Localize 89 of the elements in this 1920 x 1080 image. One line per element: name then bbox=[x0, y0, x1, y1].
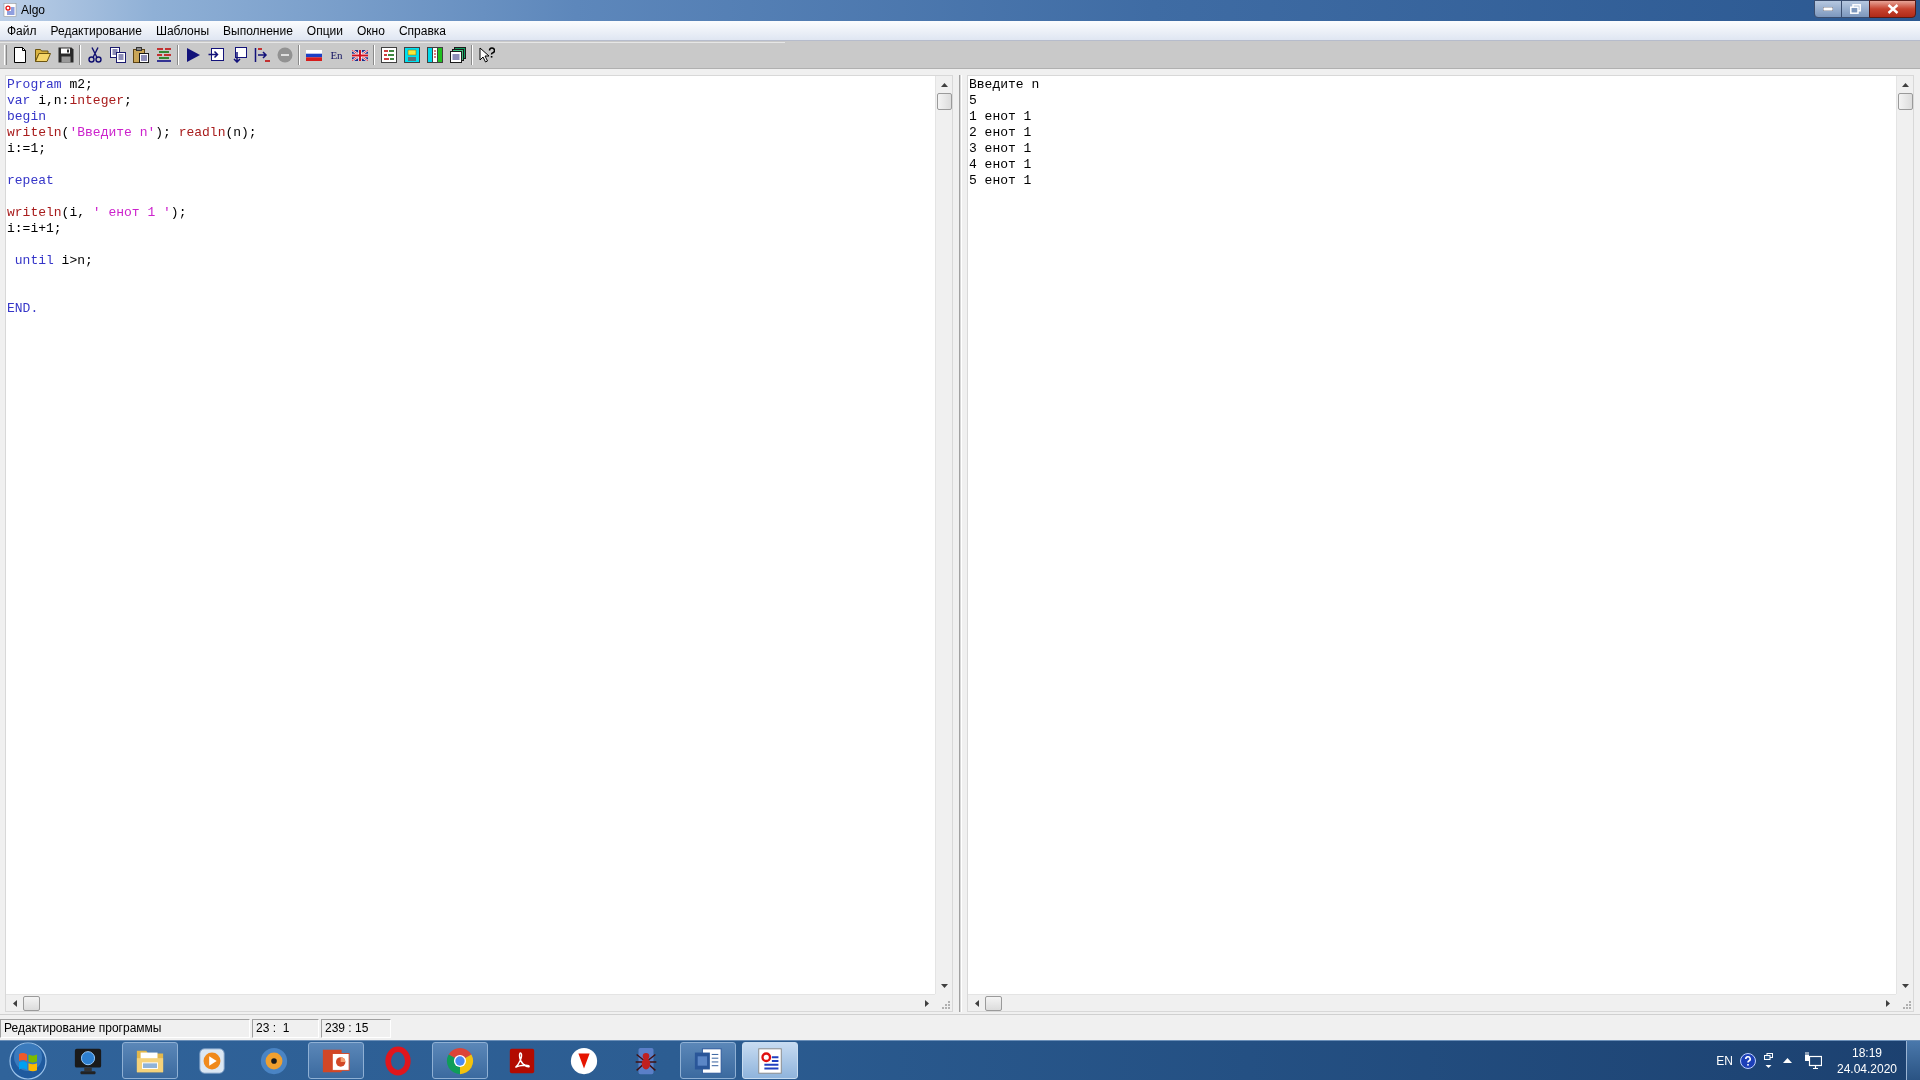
scroll-thumb[interactable] bbox=[985, 995, 1002, 1011]
taskbar-button[interactable] bbox=[308, 1042, 364, 1079]
code-line: writeln('Введите n'); readln(n); bbox=[7, 125, 257, 141]
scroll-right-icon[interactable] bbox=[1885, 999, 1890, 1007]
code-line: i:=i+1; bbox=[7, 221, 62, 237]
lines-icon[interactable] bbox=[155, 47, 172, 63]
code-line: i:=1; bbox=[7, 141, 46, 157]
scroll-thumb[interactable] bbox=[936, 93, 952, 110]
paste-icon[interactable] bbox=[132, 47, 149, 63]
scroll-down-icon[interactable] bbox=[1901, 983, 1909, 988]
triangle-up-icon[interactable] bbox=[1783, 1058, 1792, 1063]
output-line: 5 енот 1 bbox=[969, 173, 1032, 189]
resize-grip-icon[interactable] bbox=[941, 1000, 950, 1009]
window-title: Algo bbox=[21, 2, 46, 19]
help-icon[interactable] bbox=[1740, 1052, 1756, 1069]
output-line: 5 bbox=[969, 93, 977, 109]
close-icon bbox=[1886, 4, 1899, 14]
code-line: var i,n:integer; bbox=[7, 93, 132, 109]
minimize-icon bbox=[1823, 7, 1833, 11]
clock-date[interactable]: 24.04.2020 bbox=[1836, 1060, 1898, 1077]
scroll-thumb[interactable] bbox=[1897, 93, 1913, 110]
menu-item[interactable]: Редактирование bbox=[43, 21, 149, 40]
code-line: repeat bbox=[7, 173, 54, 189]
show-desktop-button[interactable] bbox=[1906, 1041, 1920, 1080]
folder-icon[interactable] bbox=[34, 47, 51, 63]
save-icon[interactable] bbox=[57, 47, 74, 63]
menu-item[interactable]: Окно bbox=[350, 21, 392, 40]
scroll-left-icon[interactable] bbox=[12, 999, 17, 1007]
code-line: writeln(i, ' енот 1 '); bbox=[7, 205, 187, 221]
stacked-squares-icon[interactable] bbox=[1764, 1052, 1773, 1069]
striped-flag-icon[interactable] bbox=[305, 49, 322, 61]
cross-flag-icon[interactable] bbox=[351, 49, 368, 61]
box-arrow-down-icon[interactable] bbox=[230, 47, 247, 63]
document-lines-icon bbox=[755, 1045, 785, 1076]
taskbar-button[interactable] bbox=[122, 1042, 178, 1079]
disc-logo-icon[interactable] bbox=[569, 1045, 599, 1076]
copy-icon[interactable] bbox=[109, 47, 126, 63]
language-indicator[interactable]: EN bbox=[1716, 1051, 1733, 1070]
stacked-windows-icon[interactable] bbox=[449, 47, 466, 63]
taskbar-button[interactable] bbox=[680, 1042, 736, 1079]
document-lines-icon bbox=[2, 2, 18, 18]
code-line: until i>n; bbox=[13, 253, 93, 269]
output-console[interactable]: Введите n 5 1 енот 1 2 енот 1 3 енот 1 4 енот 1 5 енот 1 bbox=[967, 75, 1914, 1012]
close-button[interactable] bbox=[1869, 0, 1916, 18]
play-icon[interactable] bbox=[197, 1045, 227, 1076]
status-panel: 239 : 15 bbox=[321, 1019, 391, 1038]
scroll-up-icon[interactable] bbox=[940, 82, 948, 87]
status-panel: Редактирование программы bbox=[0, 1019, 250, 1038]
output-line: Введите n bbox=[969, 77, 1040, 93]
restore-icon bbox=[1850, 4, 1861, 14]
code-line: END. bbox=[7, 301, 39, 317]
scroll-left-icon[interactable] bbox=[974, 999, 979, 1007]
lines-arrow-icon[interactable] bbox=[253, 47, 270, 63]
output-line: 1 енот 1 bbox=[969, 109, 1032, 125]
minimize-button[interactable] bbox=[1814, 0, 1842, 18]
scroll-thumb[interactable] bbox=[23, 995, 40, 1011]
menu-item[interactable]: Шаблоны bbox=[148, 21, 216, 40]
scroll-up-icon[interactable] bbox=[1901, 82, 1909, 87]
scroll-right-icon[interactable] bbox=[924, 999, 929, 1007]
status-panel: 23 : 1 bbox=[252, 1019, 319, 1038]
resize-grip-icon[interactable] bbox=[1902, 1000, 1911, 1009]
network-monitor-icon[interactable] bbox=[1804, 1052, 1822, 1069]
output-line: 3 енот 1 bbox=[969, 141, 1032, 157]
language-button[interactable]: En bbox=[330, 48, 343, 62]
code-line: Program m2; bbox=[7, 77, 93, 93]
menu-item[interactable]: Справка bbox=[391, 21, 453, 40]
new-file-icon[interactable] bbox=[11, 47, 28, 63]
text-lines-icon[interactable] bbox=[380, 47, 397, 63]
restore-button[interactable] bbox=[1842, 0, 1869, 18]
output-line: 4 енот 1 bbox=[969, 157, 1032, 173]
pointer-question-icon[interactable] bbox=[478, 47, 495, 63]
menu-item[interactable]: Выполнение bbox=[216, 21, 300, 40]
output-line: 2 енот 1 bbox=[969, 125, 1032, 141]
scroll-down-icon[interactable] bbox=[940, 983, 948, 988]
circle-logo-icon bbox=[445, 1045, 475, 1076]
menu-item[interactable]: Опции bbox=[299, 21, 350, 40]
panel-icon[interactable] bbox=[403, 47, 420, 63]
start-button[interactable] bbox=[9, 1041, 47, 1080]
code-editor[interactable]: Program m2; var i,n:integer; begin writeln('Введите n'); readln(n); i:=1; repeat writeln(i, ' енот 1 '); i:=i+1; until i>n; END. bbox=[5, 75, 953, 1012]
clock-time[interactable]: 18:19 bbox=[1852, 1044, 1882, 1061]
document-icon bbox=[693, 1045, 723, 1076]
code-line: begin bbox=[7, 109, 46, 125]
scissors-icon[interactable] bbox=[86, 47, 103, 63]
disc-icon[interactable] bbox=[259, 1045, 289, 1076]
play-icon[interactable] bbox=[184, 47, 201, 63]
taskbar-button[interactable] bbox=[432, 1042, 488, 1079]
taskbar-button[interactable] bbox=[742, 1042, 798, 1079]
bars-icon[interactable] bbox=[426, 47, 443, 63]
menu-item[interactable]: Файл bbox=[0, 21, 44, 40]
